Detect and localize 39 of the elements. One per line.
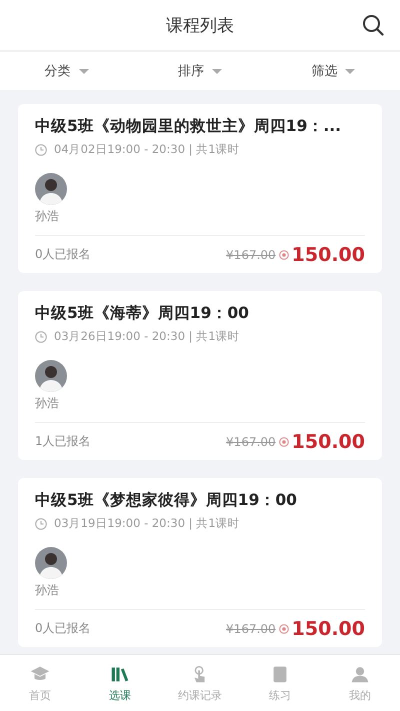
- course-card[interactable]: 中级5班《动物园里的救世主》周四19：... 04月02日19:00 - 20:30 | 共1课时 孙浩 0人已报名 ¥167.00 150.00: [18, 104, 382, 273]
- clock-icon: [35, 144, 47, 156]
- original-price: ¥167.00: [226, 434, 276, 448]
- coin-icon: [278, 250, 289, 260]
- caret-icon: [78, 68, 89, 74]
- course-time: 04月02日19:00 - 20:30 | 共1课时: [54, 142, 240, 157]
- course-price: 150.00: [292, 244, 365, 266]
- course-card[interactable]: 中级5班《海蒂》周四19：00 03月26日19:00 - 20:30 | 共1课时 孙浩 1人已报名 ¥167.00 150.00: [18, 291, 382, 460]
- caret-icon: [345, 68, 356, 74]
- teacher-name: 孙浩: [35, 208, 59, 225]
- course-title: 中级5班《梦想家彼得》周四19：00: [35, 491, 298, 510]
- coin-icon: [278, 436, 289, 446]
- clock-icon: [35, 330, 47, 342]
- enrollment-count: 0人已报名: [35, 246, 92, 263]
- coin-icon: [278, 624, 289, 634]
- caret-icon: [212, 68, 222, 74]
- page-title: 课程列表: [166, 14, 234, 36]
- course-time: 03月26日19:00 - 20:30 | 共1课时: [54, 329, 240, 344]
- original-price: ¥167.00: [226, 248, 276, 262]
- filter-dropdown[interactable]: 分类: [0, 52, 134, 90]
- course-card[interactable]: 中级5班《梦想家彼得》周四19：00 03月19日19:00 - 20:30 | 共1课时 孙浩 0人已报名 ¥167.00 150.00: [18, 478, 382, 647]
- course-price: 150.00: [292, 430, 365, 452]
- teacher-avatar: [35, 360, 67, 392]
- search-icon[interactable]: [362, 14, 384, 36]
- course-title: 中级5班《海蒂》周四19：00: [35, 304, 250, 323]
- filter-dropdown[interactable]: 排序: [133, 52, 267, 90]
- enrollment-count: 1人已报名: [35, 433, 92, 450]
- filter-dropdown[interactable]: 筛选: [266, 52, 400, 90]
- enrollment-count: 0人已报名: [35, 620, 92, 637]
- teacher-name: 孙浩: [35, 395, 59, 412]
- original-price: ¥167.00: [226, 622, 276, 636]
- clock-icon: [35, 518, 47, 530]
- nav-tab[interactable]: 选课: [80, 655, 160, 711]
- course-time: 03月19日19:00 - 20:30 | 共1课时: [54, 516, 240, 531]
- teacher-name: 孙浩: [35, 582, 59, 599]
- teacher-avatar: [35, 173, 67, 205]
- teacher-avatar: [35, 547, 67, 579]
- course-price: 150.00: [292, 618, 365, 640]
- course-title: 中级5班《动物园里的救世主》周四19：...: [35, 117, 342, 136]
